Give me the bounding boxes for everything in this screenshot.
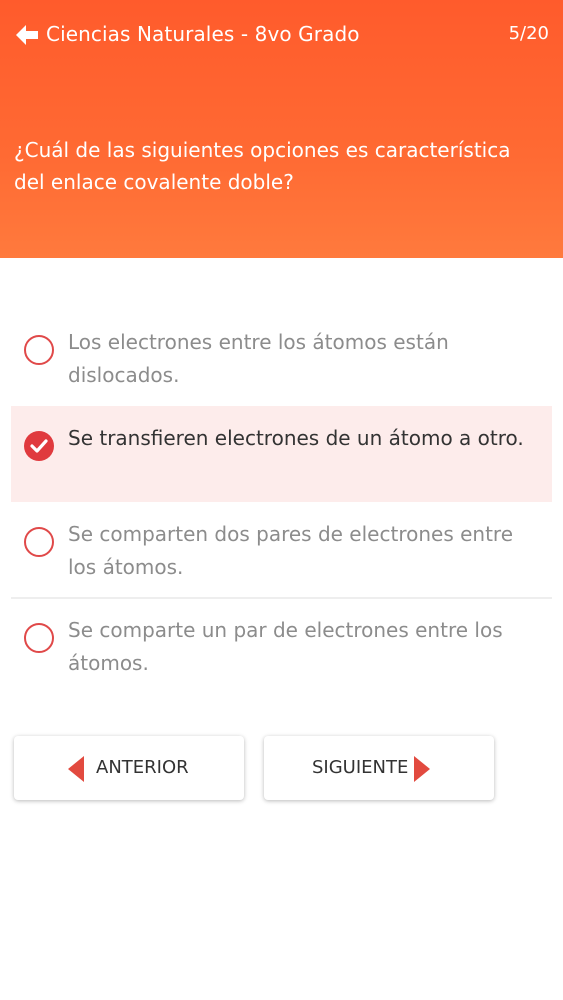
- progress-counter: 5/20: [508, 23, 549, 44]
- next-button[interactable]: SIGUIENTE: [264, 736, 494, 800]
- answer-option-label: Se comparte un par de electrones entre l…: [68, 618, 503, 675]
- radio-icon[interactable]: [24, 527, 54, 557]
- radio-icon[interactable]: [24, 431, 54, 461]
- answer-option-label: Se comparten dos pares de electrones ent…: [68, 522, 513, 579]
- answer-option-1[interactable]: Los electrones entre los átomos están di…: [11, 310, 552, 406]
- answer-option-2[interactable]: Se transfieren electrones de un átomo a …: [11, 406, 552, 502]
- back-button[interactable]: [14, 22, 40, 48]
- answer-options: Los electrones entre los átomos están di…: [11, 310, 552, 694]
- previous-button[interactable]: ANTERIOR: [14, 736, 244, 800]
- answer-option-label: Los electrones entre los átomos están di…: [68, 330, 449, 387]
- answer-option-3[interactable]: Se comparten dos pares de electrones ent…: [11, 502, 552, 599]
- triangle-right-icon: [414, 756, 430, 782]
- quiz-header: Ciencias Naturales - 8vo Grado 5/20 ¿Cuá…: [0, 0, 563, 258]
- answer-option-4[interactable]: Se comparte un par de electrones entre l…: [11, 598, 552, 694]
- previous-button-label: ANTERIOR: [96, 757, 189, 778]
- question-text: ¿Cuál de las siguientes opciones es cara…: [14, 138, 511, 194]
- radio-icon[interactable]: [24, 335, 54, 365]
- back-arrow-icon: [16, 25, 38, 45]
- triangle-left-icon: [68, 756, 84, 782]
- check-icon: [30, 439, 48, 453]
- radio-icon[interactable]: [24, 623, 54, 653]
- next-button-label: SIGUIENTE: [312, 757, 409, 778]
- page-title: Ciencias Naturales - 8vo Grado: [46, 22, 360, 46]
- answer-option-label: Se transfieren electrones de un átomo a …: [68, 426, 524, 450]
